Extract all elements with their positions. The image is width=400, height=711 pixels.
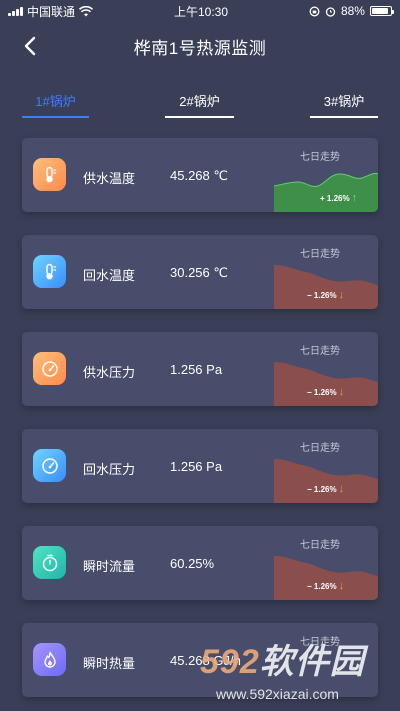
metric-card-return-pressure[interactable]: 回水压力 1.256 Pa 七日走势 − 1.26% ↓: [22, 429, 378, 503]
trend-title: 七日走势: [300, 443, 340, 454]
watermark-url: www.592xiazai.com: [216, 686, 339, 702]
gauge-icon: [33, 352, 66, 385]
metric-label: 供水压力: [83, 365, 136, 380]
tab-boiler-2[interactable]: 2#锅炉: [165, 86, 234, 118]
trend-title: 七日走势: [300, 152, 340, 163]
metric-label: 回水温度: [83, 268, 136, 283]
signal-icon: [8, 6, 23, 16]
watermark: 592软件园 www.592xiazai.com: [196, 634, 400, 711]
carrier-name: 中国联通: [27, 4, 76, 19]
flame-icon: [33, 643, 66, 676]
arrow-down-icon: ↓: [338, 483, 345, 495]
status-time: 上午10:30: [173, 4, 228, 19]
metric-label: 瞬时热量: [83, 656, 136, 671]
thermometer-icon: [33, 158, 66, 191]
trend-sparkline-down: [274, 265, 378, 309]
alarm-icon: [325, 6, 336, 17]
trend-change-text: − 1.26%: [307, 387, 337, 397]
battery-percent: 88%: [340, 4, 365, 18]
trend-title: 七日走势: [300, 346, 340, 357]
watermark-logo: 592软件园: [200, 634, 365, 683]
tab-underline: [310, 116, 378, 118]
metric-value: 1.256 Pa: [170, 459, 223, 474]
arrow-down-icon: ↓: [338, 580, 345, 592]
trend-change: − 1.26% ↓: [307, 289, 344, 301]
trend-sparkline-down: [274, 556, 378, 600]
boiler-tabs: 1#锅炉 2#锅炉 3#锅炉: [22, 86, 378, 118]
arrow-down-icon: ↓: [338, 386, 345, 398]
chevron-left-icon: [24, 36, 36, 56]
trend-change: − 1.26% ↓: [307, 580, 344, 592]
metric-card-supply-pressure[interactable]: 供水压力 1.256 Pa 七日走势 − 1.26% ↓: [22, 332, 378, 406]
metric-card-list: 供水温度 45.268 ℃ 七日走势 + 1.26% ↑ 回水温度 30.256…: [22, 138, 378, 711]
metric-card-supply-temp[interactable]: 供水温度 45.268 ℃ 七日走势 + 1.26% ↑: [22, 138, 378, 212]
metric-card-instant-flow[interactable]: 瞬时流量 60.25% 七日走势 − 1.26% ↓: [22, 526, 378, 600]
status-left: 中国联通: [8, 3, 94, 20]
timer-icon: [33, 546, 66, 579]
trend-title: 七日走势: [300, 540, 340, 551]
tab-boiler-3[interactable]: 3#锅炉: [310, 86, 378, 118]
tab-label: 2#锅炉: [179, 94, 220, 109]
thermometer-icon: [33, 255, 66, 288]
metric-card-return-temp[interactable]: 回水温度 30.256 ℃ 七日走势 − 1.26% ↓: [22, 235, 378, 309]
metric-label: 瞬时流量: [83, 559, 136, 574]
trend-change: − 1.26% ↓: [307, 386, 344, 398]
trend-sparkline-up: [274, 168, 378, 212]
tab-underline: [22, 116, 89, 118]
back-button[interactable]: [16, 32, 44, 60]
gauge-icon: [33, 449, 66, 482]
metric-value: 45.268 ℃: [170, 168, 228, 183]
header: 桦南1号热源监测: [0, 28, 400, 64]
trend-change-text: − 1.26%: [307, 581, 337, 591]
metric-value: 60.25%: [170, 556, 215, 571]
tab-label: 1#锅炉: [35, 94, 76, 109]
battery-icon: [369, 6, 394, 16]
arrow-up-icon: ↑: [351, 192, 358, 204]
tab-boiler-1[interactable]: 1#锅炉: [22, 86, 89, 118]
status-bar: 中国联通 上午10:30 88%: [0, 0, 400, 22]
rotation-lock-icon: [309, 6, 320, 16]
trend-title: 七日走势: [300, 249, 340, 260]
trend-change: + 1.26% ↑: [320, 192, 357, 204]
trend-change: − 1.26% ↓: [307, 483, 344, 495]
status-right: 88%: [309, 4, 394, 18]
trend-sparkline-down: [274, 362, 378, 406]
metric-value: 30.256 ℃: [170, 265, 228, 280]
trend-change-text: − 1.26%: [307, 290, 337, 300]
tab-label: 3#锅炉: [323, 94, 365, 109]
trend-change-text: + 1.26%: [320, 193, 350, 203]
trend-sparkline-down: [274, 459, 378, 503]
wifi-icon: [79, 5, 94, 16]
page-title: 桦南1号热源监测: [133, 38, 267, 58]
trend-change-text: − 1.26%: [307, 484, 337, 494]
arrow-down-icon: ↓: [338, 289, 345, 301]
watermark-logo-number: 592: [200, 643, 260, 681]
metric-value: 1.256 Pa: [170, 362, 223, 377]
tab-underline: [165, 116, 234, 118]
watermark-logo-text: 软件园: [259, 643, 365, 681]
metric-label: 供水温度: [83, 171, 136, 186]
metric-label: 回水压力: [83, 462, 136, 477]
